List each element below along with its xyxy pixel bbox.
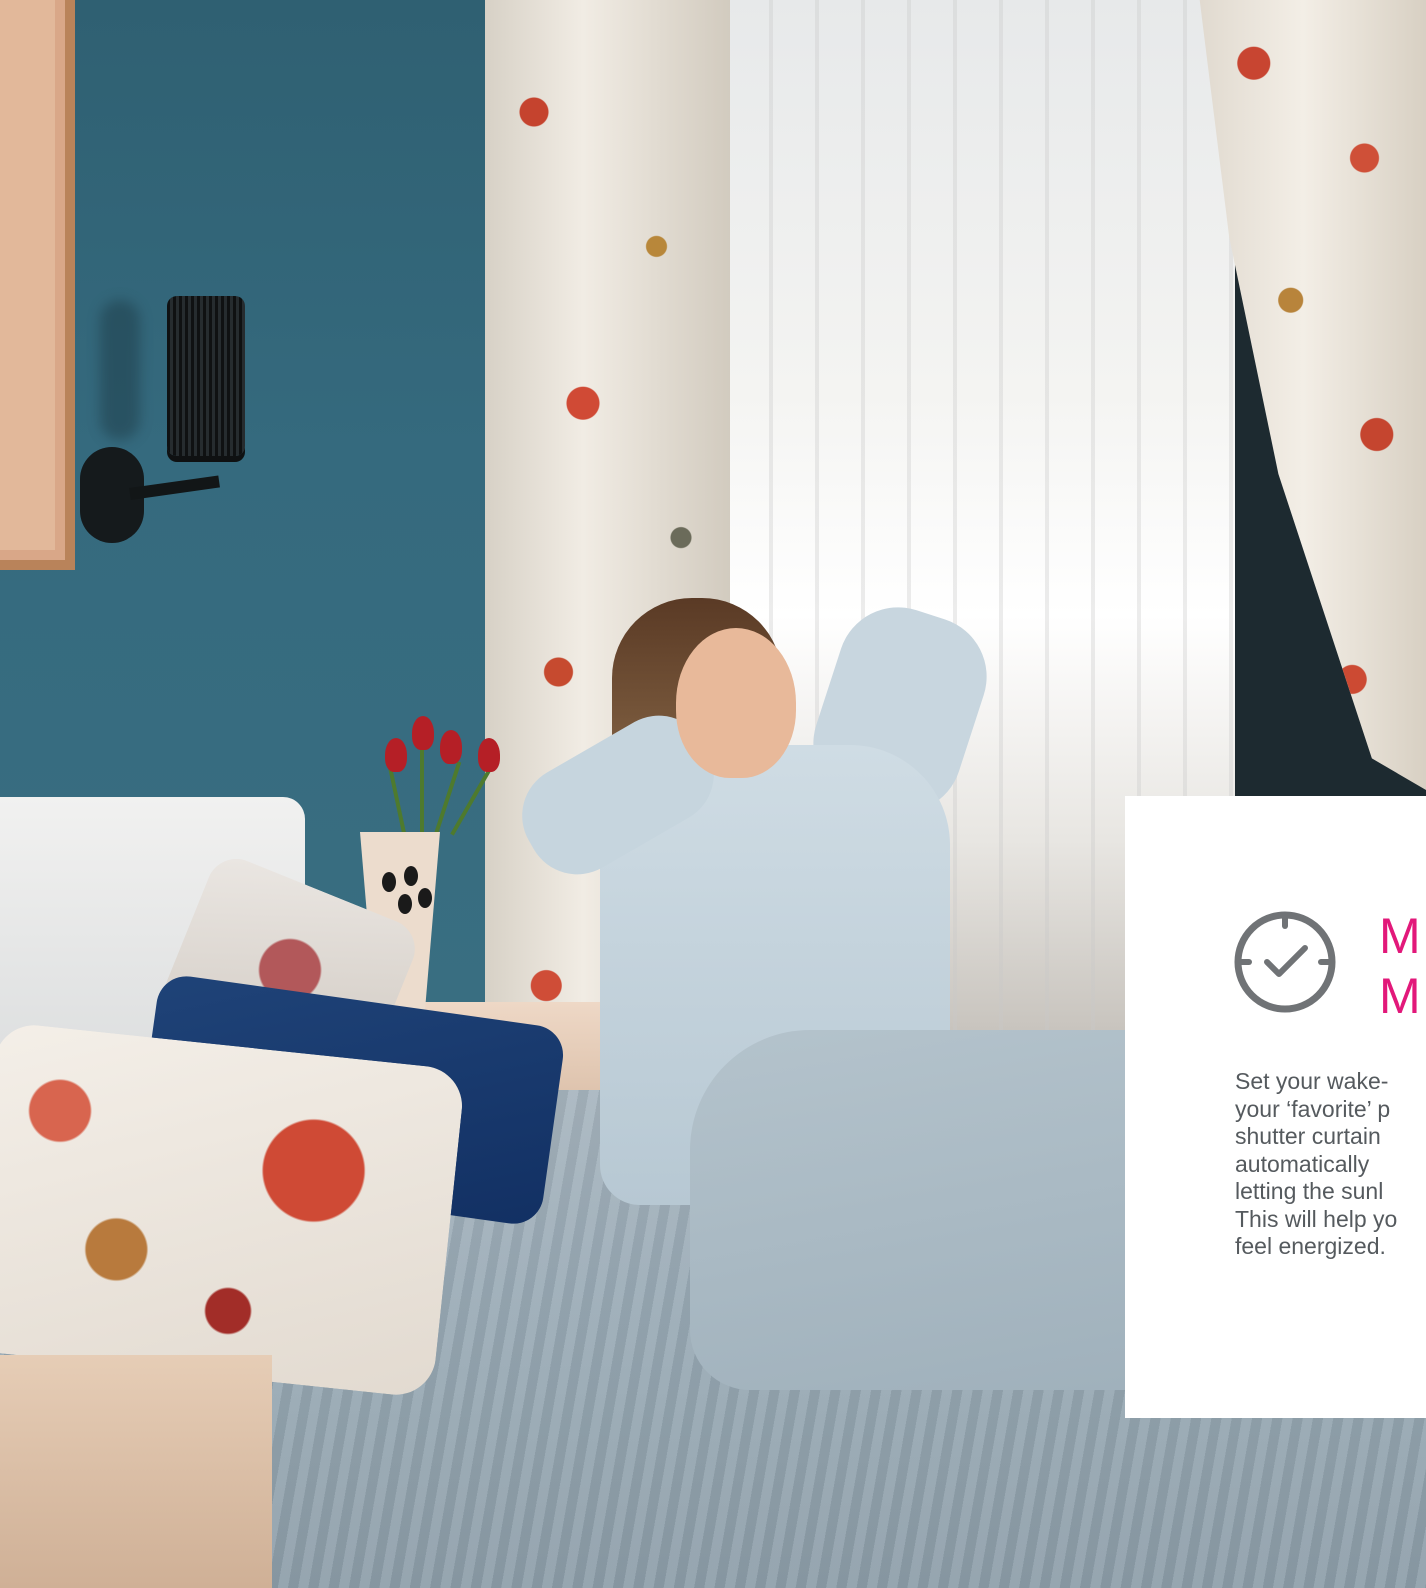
tulip-stem: [420, 750, 424, 840]
card-body-line: This will help yo: [1235, 1205, 1398, 1232]
vase-hole: [398, 894, 412, 914]
card-body-line: feel energized.: [1235, 1233, 1386, 1259]
picture-frame: [0, 0, 75, 570]
sconce-shadow: [100, 300, 140, 440]
vase-hole: [382, 872, 396, 892]
card-body: Set your wake- your ‘favorite’ p shutter…: [1235, 1068, 1426, 1261]
red-tulip: [385, 738, 407, 772]
card-body-line: shutter curtain: [1235, 1123, 1381, 1149]
card-title: M M: [1379, 906, 1426, 1026]
vase-hole: [418, 888, 432, 908]
wall-sconce-shade: [167, 296, 245, 456]
vase-hole: [404, 866, 418, 886]
card-body-line: letting the sunl: [1235, 1178, 1384, 1204]
clock-icon: [1234, 911, 1336, 1013]
foreground-nightstand: [0, 1355, 272, 1588]
red-tulip: [412, 716, 434, 750]
card-body-line: Set your wake-: [1235, 1068, 1389, 1094]
woman-face: [676, 628, 796, 778]
card-title-line: M: [1379, 968, 1421, 1024]
red-tulip: [440, 730, 462, 764]
feature-card: M M Set your wake- your ‘favorite’ p shu…: [1125, 796, 1426, 1418]
card-body-line: your ‘favorite’ p: [1235, 1095, 1391, 1122]
card-title-line: M: [1379, 908, 1421, 964]
card-body-line: automatically: [1235, 1150, 1370, 1177]
floral-pillow-front: [0, 1021, 466, 1399]
red-tulip: [478, 738, 500, 772]
